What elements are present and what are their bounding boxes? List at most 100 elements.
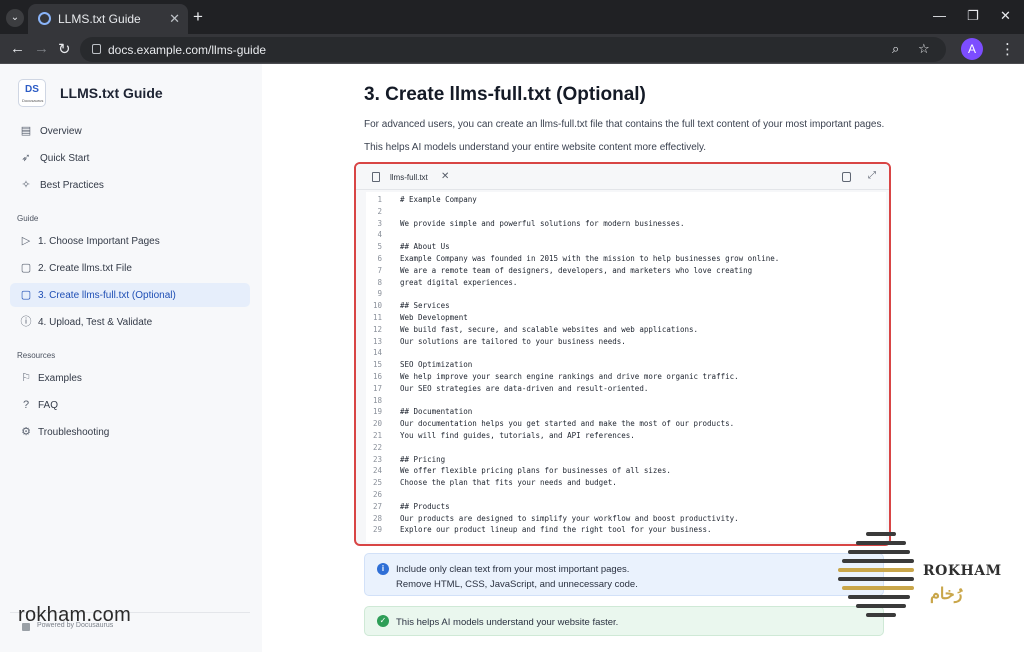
sidebar-item-label: Best Practices (40, 180, 104, 191)
bookmark-star-icon[interactable]: ☆ (918, 41, 930, 57)
code-line: 2 (366, 206, 886, 218)
code-line: 15 SEO Optimization (366, 359, 886, 371)
info-circle-icon: ⓘ (20, 316, 32, 328)
sidebar-item-label: 3. Create llms-full.txt (Optional) (38, 290, 176, 301)
code-text: We offer flexible pricing plans for busi… (400, 466, 671, 476)
sidebar-item-label: Examples (38, 373, 82, 384)
code-text: You will find guides, tutorials, and API… (400, 431, 635, 440)
code-line: 27 ## Products (366, 501, 886, 513)
line-number: 24 (372, 466, 382, 476)
sidebar-item-faq[interactable]: ? FAQ (10, 393, 250, 417)
forward-arrow-icon[interactable]: → (34, 40, 49, 57)
code-line: 12 We build fast, secure, and scalable we… (366, 324, 886, 336)
sidebar-item-quick-start[interactable]: ➶ Quick Start (10, 146, 250, 170)
back-arrow-icon[interactable]: ← (10, 40, 25, 57)
check-circle-icon: ✓ (377, 615, 389, 627)
minimize-icon[interactable]: — (933, 8, 946, 23)
site-info-icon[interactable] (92, 44, 101, 54)
line-number: 20 (372, 419, 382, 429)
close-window-icon[interactable]: ✕ (1000, 8, 1011, 24)
zoom-search-icon[interactable]: ⌕ (892, 41, 899, 57)
sidebar-item-label: Troubleshooting (38, 427, 110, 438)
sidebar-item-create-llms[interactable]: ▢ 2. Create llms.txt File (10, 256, 250, 280)
sidebar-item-create-llms-full[interactable]: ▢ 3. Create llms-full.txt (Optional) (10, 283, 250, 307)
line-number: 25 (372, 478, 382, 488)
line-number: 22 (372, 442, 382, 452)
code-line: 1 # Example Company (366, 194, 886, 206)
line-number: 10 (372, 301, 382, 311)
site-title[interactable]: LLMS.txt Guide (60, 85, 163, 101)
code-line: 24 We offer flexible pricing plans for bu… (366, 465, 886, 477)
browser-tab-bar: ⌄ LLMS.txt Guide ✕ + — ❐ ✕ (0, 0, 1024, 34)
code-line: 14 (366, 347, 886, 359)
line-number: 8 (377, 277, 382, 287)
line-number: 9 (377, 289, 382, 299)
reload-icon[interactable]: ↻ (58, 40, 71, 58)
line-number: 27 (372, 501, 382, 511)
line-number: 18 (372, 395, 382, 405)
code-text: great digital experiences. (400, 277, 518, 287)
editor-tab-bar: llms-full.txt ✕ ⤢ (356, 164, 889, 190)
url-text: docs.example.com/llms-guide (108, 43, 267, 57)
copy-icon[interactable] (842, 172, 851, 182)
globe-icon (38, 12, 51, 25)
flag-icon: ⚐ (21, 372, 31, 384)
browser-tab[interactable]: LLMS.txt Guide ✕ (28, 4, 188, 34)
expand-icon[interactable]: ⤢ (868, 170, 876, 181)
code-line: 21 You will find guides, tutorials, and A… (366, 430, 886, 442)
question-icon: ? (22, 399, 30, 411)
info-callout: i Include only clean text from your most… (364, 553, 884, 596)
code-line: 16 We help improve your search engine ran… (366, 371, 886, 383)
line-number: 26 (372, 490, 382, 499)
code-line: 4 (366, 229, 886, 241)
intro-paragraph-2: This helps AI models understand your ent… (364, 142, 707, 153)
code-line: 28 Our products are designed to simplify … (366, 513, 886, 525)
new-tab-button[interactable]: + (193, 7, 203, 27)
code-text: We are a remote team of designers, devel… (400, 265, 753, 275)
code-line: 17 Our SEO strategies are data-driven and… (366, 383, 886, 395)
code-text: SEO Optimization (400, 360, 473, 370)
code-line: 18 (366, 395, 886, 407)
brand-logo[interactable]: DS Docusaurus (18, 79, 46, 107)
code-text: ## Services (400, 301, 450, 311)
document-icon: ▢ (20, 262, 32, 274)
line-number: 4 (377, 230, 382, 240)
intro-paragraph: For advanced users, you can create an ll… (364, 119, 885, 130)
code-text: Explore our product lineup and find the … (400, 525, 712, 535)
watermark-brand-ar: رُخام (930, 584, 963, 603)
sidebar-item-upload-test[interactable]: ⓘ 4. Upload, Test & Validate (10, 310, 250, 334)
line-number: 12 (372, 324, 382, 334)
sidebar: DS Docusaurus LLMS.txt Guide ▤ Overview … (0, 64, 262, 652)
settings-icon: ⚙ (21, 426, 31, 438)
code-line: 6 Example Company was founded in 2015 wit… (366, 253, 886, 265)
tab-search-button[interactable]: ⌄ (6, 9, 24, 27)
code-text: Our solutions are tailored to your busin… (400, 336, 626, 346)
line-number: 5 (377, 242, 382, 252)
section-heading-guide: Guide (17, 214, 39, 223)
sidebar-item-choose-pages[interactable]: ▷ 1. Choose Important Pages (10, 229, 250, 253)
sidebar-item-examples[interactable]: ⚐ Examples (10, 366, 250, 390)
close-file-icon[interactable]: ✕ (441, 171, 449, 182)
code-text: ## About Us (400, 242, 450, 252)
profile-avatar[interactable]: A (961, 38, 983, 60)
chevron-right-icon: ▷ (21, 235, 31, 247)
address-bar: ← → ↻ docs.example.com/llms-guide ⌕ ☆ (0, 34, 1024, 64)
code-text: ## Documentation (400, 407, 473, 417)
line-number: 21 (372, 431, 382, 440)
code-text: Our SEO strategies are data-driven and r… (400, 383, 649, 393)
restore-icon[interactable]: ❐ (967, 8, 979, 24)
url-field[interactable]: docs.example.com/llms-guide ⌕ ☆ (80, 37, 946, 62)
editor-file-tab[interactable]: llms-full.txt (390, 173, 428, 182)
brand-mark: DS (25, 84, 39, 95)
line-number: 6 (377, 254, 382, 263)
code-area[interactable]: 1 # Example Company 2 3 We provide simple an… (366, 192, 886, 542)
close-tab-icon[interactable]: ✕ (169, 11, 180, 27)
sidebar-item-best-practices[interactable]: ✧ Best Practices (10, 173, 250, 197)
code-text: Web Development (400, 313, 468, 322)
browser-menu-icon[interactable]: ⋮ (1000, 40, 1015, 58)
document-icon: ▢ (20, 289, 32, 301)
sidebar-item-label: Quick Start (40, 153, 90, 164)
sidebar-item-overview[interactable]: ▤ Overview (10, 119, 250, 143)
sidebar-item-troubleshooting[interactable]: ⚙ Troubleshooting (10, 420, 250, 444)
code-line: 13 Our solutions are tailored to your bus… (366, 336, 886, 348)
